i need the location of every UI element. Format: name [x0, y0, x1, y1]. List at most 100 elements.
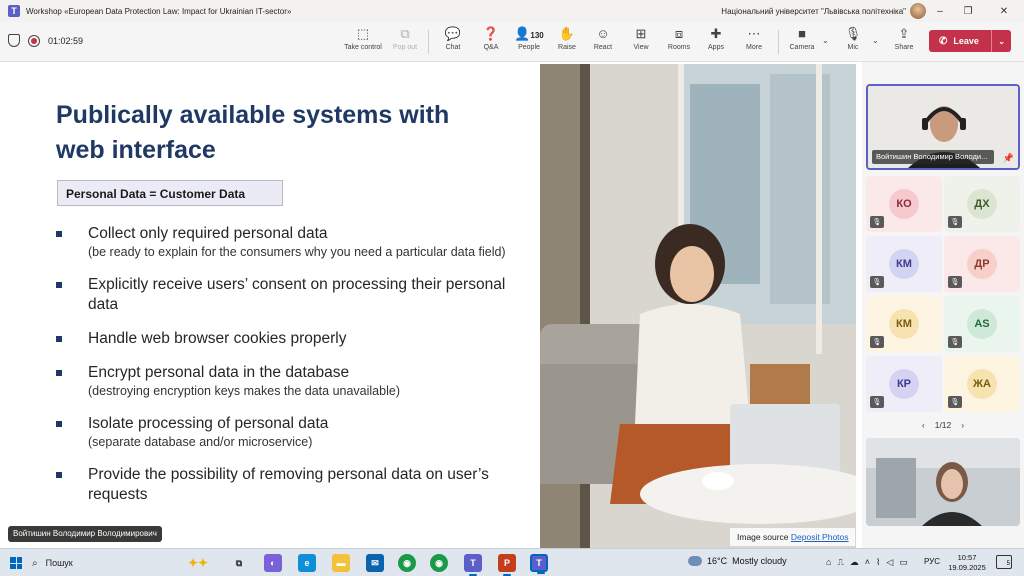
language-indicator[interactable]: РУС [924, 557, 940, 566]
leave-button[interactable]: ✆ Leave ⌄ [929, 30, 1011, 52]
mic-options-chevron-icon[interactable]: ⌄ [872, 36, 879, 45]
taskbar-search[interactable]: ⌕ Пошук [32, 553, 162, 573]
edge-browser-icon[interactable]: e [298, 554, 316, 572]
bullet-subtext: (be ready to explain for the consumers w… [88, 245, 506, 259]
mic-icon: 🎙 [844, 26, 862, 41]
previous-page-icon[interactable]: ‹ [922, 420, 925, 430]
self-video [866, 438, 1020, 526]
participant-avatar: КР [889, 369, 919, 399]
participant-pager: ‹ 1/12 › [862, 418, 1024, 432]
leave-options-chevron-icon[interactable]: ⌄ [991, 30, 1005, 52]
qa-button[interactable]: ❓ Q&A [476, 26, 506, 58]
bullet-marker-icon [56, 421, 62, 427]
powerpoint-icon[interactable]: P [498, 554, 516, 576]
rooms-button[interactable]: ⧈ Rooms [664, 26, 694, 58]
participant-avatar: ЖА [967, 369, 997, 399]
people-button[interactable]: 👤130 People [512, 26, 546, 58]
camera-options-chevron-icon[interactable]: ⌄ [822, 36, 829, 45]
take-control-button[interactable]: ⬚ Take control [342, 26, 384, 58]
participant-tile[interactable]: КР 🎙 [866, 356, 942, 412]
share-button[interactable]: ⇪ Share [890, 26, 918, 58]
copilot-icon[interactable]: ◐ [264, 554, 282, 572]
bullet-marker-icon [56, 231, 62, 237]
teams-icon: T [8, 5, 20, 17]
rooms-label: Rooms [667, 44, 691, 51]
restore-button[interactable]: ❐ [954, 0, 982, 22]
chrome-profile-icon[interactable]: ◉ [430, 554, 448, 572]
onedrive-icon[interactable]: ☁ [850, 557, 859, 568]
participant-tile[interactable]: КО 🎙 [866, 176, 942, 232]
people-icon: 👤130 [514, 26, 544, 41]
file-explorer-icon[interactable]: ▬ [332, 554, 350, 572]
close-button[interactable]: ✕ [990, 0, 1018, 22]
account-avatar[interactable] [910, 3, 926, 19]
apps-label: Apps [708, 44, 724, 51]
recording-icon[interactable] [28, 34, 40, 47]
taskbar-clock[interactable]: 10:57 19.09.2025 [946, 553, 988, 573]
teams-meeting-icon[interactable]: T [530, 554, 548, 574]
react-label: React [593, 44, 613, 51]
camera-tray-icon[interactable]: ⌂ [826, 557, 831, 568]
presenter-name-label: Войтишин Володимир Володимирович [8, 526, 162, 542]
clock-time: 10:57 [957, 553, 977, 562]
speaker-name-label: Войтишин Володимир Володи... [872, 150, 994, 164]
organization-name[interactable]: Національний університет "Львівська полі… [721, 7, 906, 16]
more-button[interactable]: ⋯ More [740, 26, 768, 58]
usb-icon[interactable]: ⎍ [837, 557, 843, 568]
slide-bullet: Explicitly receive users’ consent on pro… [56, 275, 526, 315]
raise-hand-button[interactable]: ✋ Raise [552, 26, 582, 58]
chrome-icon[interactable]: ◉ [398, 554, 416, 572]
participant-tile[interactable]: ЖА 🎙 [944, 356, 1020, 412]
notification-icon[interactable]: 5 [996, 555, 1012, 569]
participant-tile[interactable]: AS 🎙 [944, 296, 1020, 352]
presentation-slide: Publically available systems with web in… [4, 64, 540, 548]
qa-label: Q&A [483, 44, 499, 51]
chat-button[interactable]: 💬 Chat [438, 26, 468, 58]
slide-bullet: Provide the possibility of removing pers… [56, 465, 526, 505]
slide-title: Publically available systems with web in… [56, 101, 450, 164]
meeting-toolbar: 01:02:59 ⬚ Take control ⧉ Pop out 💬 Chat… [0, 22, 1024, 62]
copilot-sparkle-icon[interactable]: ✦✦ [180, 554, 216, 572]
minimize-button[interactable]: – [926, 0, 954, 22]
react-button[interactable]: ☺ React [588, 26, 618, 58]
teams-taskbar-icon[interactable]: T [464, 554, 482, 576]
pop-out-button[interactable]: ⧉ Pop out [388, 26, 422, 58]
apps-button[interactable]: ✚ Apps [702, 26, 730, 58]
participant-tile[interactable]: КМ 🎙 [866, 236, 942, 292]
view-button[interactable]: ⊞ View [626, 26, 656, 58]
mic-muted-icon: 🎙 [870, 216, 884, 228]
mic-button[interactable]: 🎙 Mic [840, 26, 866, 58]
shield-icon[interactable] [8, 34, 20, 47]
participant-avatar: ДР [967, 249, 997, 279]
participant-tile[interactable]: ДР 🎙 [944, 236, 1020, 292]
next-page-icon[interactable]: › [961, 420, 964, 430]
image-source-link[interactable]: Deposit Photos [791, 532, 849, 542]
self-video-tile[interactable] [866, 438, 1020, 526]
chevron-up-icon[interactable]: ˄ [865, 557, 870, 568]
leave-label: Leave [953, 36, 979, 46]
mail-icon[interactable]: ✉ [366, 554, 384, 572]
camera-button[interactable]: ■ Camera [786, 26, 818, 58]
weather-widget[interactable]: 16°C Mostly cloudy [688, 556, 787, 566]
participant-tile[interactable]: КМ 🎙 [866, 296, 942, 352]
apps-icon: ✚ [710, 26, 722, 41]
bullet-text: Encrypt personal data in the database [88, 364, 350, 381]
pop-out-icon: ⧉ [400, 26, 410, 41]
participant-tile[interactable]: ДХ 🎙 [944, 176, 1020, 232]
speaker-video-tile[interactable]: Войтишин Володимир Володи... 📌 [866, 84, 1020, 170]
qa-icon: ❓ [482, 26, 500, 41]
take-control-icon: ⬚ [356, 26, 370, 41]
task-view-icon[interactable]: ⧉ [230, 554, 248, 572]
wifi-icon[interactable]: ⌇ [876, 557, 880, 568]
participants-panel: Войтишин Володимир Володи... 📌 КО 🎙 ДХ 🎙 КМ 🎙… [862, 62, 1024, 548]
bullet-marker-icon [56, 370, 62, 376]
woman-shopping-photo [540, 64, 856, 548]
bullet-marker-icon [56, 472, 62, 478]
pin-icon[interactable]: 📌 [1003, 153, 1014, 164]
more-icon: ⋯ [747, 26, 761, 41]
mic-muted-icon: 🎙 [870, 276, 884, 288]
windows-start-icon[interactable] [10, 557, 22, 569]
speaker-icon[interactable]: ◁ [886, 557, 893, 568]
participant-avatar: AS [967, 309, 997, 339]
battery-icon[interactable]: ▭ [899, 557, 908, 568]
